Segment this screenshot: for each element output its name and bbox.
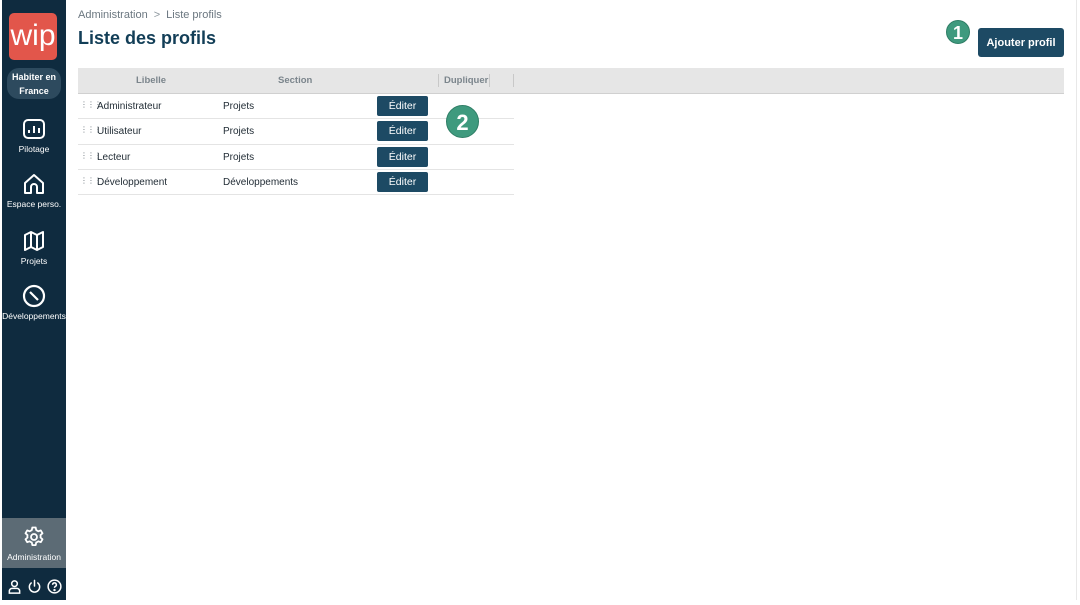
column-divider [438, 74, 439, 87]
sidebar-item-label: Administration [7, 552, 61, 562]
app-logo[interactable]: wip [9, 13, 57, 60]
organization-selector[interactable]: Habiter en France [7, 68, 61, 99]
breadcrumb-separator: > [153, 9, 161, 21]
breadcrumb-item-administration[interactable]: Administration [78, 9, 148, 21]
breadcrumb-item-liste-profils: Liste profils [166, 9, 222, 21]
sidebar-item-label: Pilotage [18, 144, 50, 154]
chart-icon [2, 117, 66, 141]
cell-section: Projets [223, 126, 255, 138]
table-row: ⋮⋮⋮ Lecteur Projets Éditer [78, 145, 514, 170]
sidebar: wip Habiter en France Pilotage Espace pe… [2, 0, 66, 600]
map-icon [2, 229, 66, 253]
sidebar-item-projets[interactable]: Projets [2, 229, 66, 281]
drag-handle-icon[interactable]: ⋮⋮⋮ [80, 176, 102, 185]
drag-handle-icon[interactable]: ⋮⋮⋮ [80, 101, 102, 109]
home-icon [2, 172, 66, 196]
sidebar-item-pilotage[interactable]: Pilotage [2, 117, 66, 169]
add-profile-button[interactable]: Ajouter profil [978, 28, 1064, 57]
gear-icon [2, 525, 66, 549]
table-row: ⋮⋮⋮ Développement Développements Éditer [78, 170, 514, 196]
sidebar-footer [2, 579, 66, 597]
annotation-badge-2: 2 [446, 105, 479, 138]
cell-libelle: Développement [97, 176, 168, 188]
user-icon[interactable] [7, 579, 22, 594]
cell-section: Développements [223, 176, 299, 188]
table-header: Libelle Section Dupliquer [78, 68, 1064, 94]
column-divider [489, 74, 490, 87]
drag-handle-icon[interactable]: ⋮⋮⋮ [80, 151, 102, 160]
organization-name-line-1: Habiter en [11, 72, 56, 82]
page-edge-divider [1076, 0, 1077, 600]
annotation-badge-1: 1 [946, 20, 970, 44]
breadcrumb: Administration > Liste profils [78, 9, 222, 21]
edit-button[interactable]: Éditer [377, 146, 428, 167]
help-icon[interactable] [46, 579, 62, 594]
table-body: ⋮⋮⋮ Administrateur Projets Éditer ⋮⋮⋮ Ut… [78, 94, 514, 196]
drag-handle-icon[interactable]: ⋮⋮⋮ [80, 126, 102, 134]
power-icon[interactable] [27, 579, 42, 594]
cell-section: Projets [223, 101, 255, 112]
sidebar-item-label: Projets [20, 256, 48, 266]
cell-libelle: Lecteur [97, 151, 131, 163]
cell-libelle: Administrateur [97, 101, 162, 112]
column-header-dupliquer[interactable]: Dupliquer [444, 68, 488, 94]
cell-section: Projets [223, 151, 255, 163]
sidebar-item-administration[interactable]: Administration [2, 518, 66, 568]
sidebar-item-label: Développements [2, 311, 66, 321]
compass-icon [2, 284, 66, 308]
cell-libelle: Utilisateur [97, 126, 142, 138]
column-header-libelle[interactable]: Libelle [136, 68, 166, 94]
sidebar-item-developpements[interactable]: Développements [2, 284, 66, 336]
edit-button[interactable]: Éditer [377, 171, 428, 192]
edit-button[interactable]: Éditer [377, 121, 428, 142]
column-divider [513, 74, 514, 87]
edit-button[interactable]: Éditer [377, 96, 428, 116]
organization-name-line-2: France [19, 86, 49, 96]
page-title: Liste des profils [78, 28, 217, 48]
sidebar-item-label: Espace perso. [6, 199, 62, 209]
sidebar-item-espace-perso[interactable]: Espace perso. [2, 172, 66, 224]
column-header-section[interactable]: Section [278, 68, 312, 94]
